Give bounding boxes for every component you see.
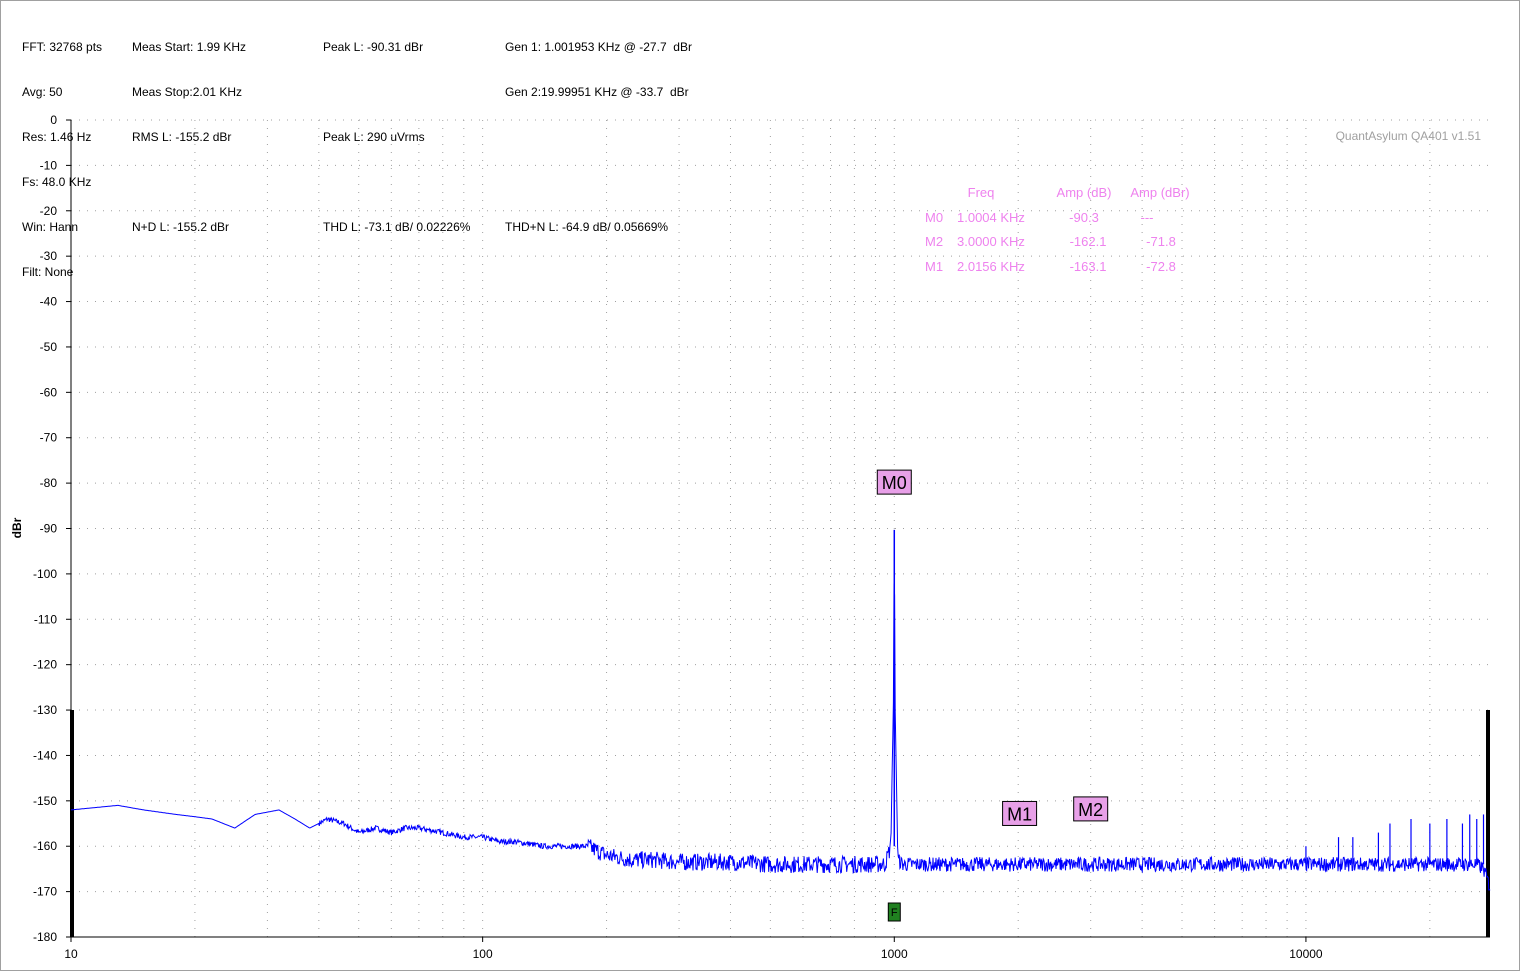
x-tick-label: 1000 xyxy=(881,947,908,961)
y-tick-label: -120 xyxy=(33,658,57,672)
y-tick-label: -110 xyxy=(34,612,57,626)
y-axis-label: dBr xyxy=(10,517,24,538)
marker-m1[interactable]: M1 xyxy=(1002,800,1038,826)
markers[interactable]: M0 M1 M2 F xyxy=(876,469,1109,922)
row-freq: 3.0000 KHz xyxy=(957,234,1025,249)
y-tick-label: -140 xyxy=(33,748,57,762)
x-tick-label: 100 xyxy=(473,947,493,961)
y-tick-label: -130 xyxy=(33,703,57,717)
y-tick-label: -100 xyxy=(33,567,57,581)
marker-label: M0 xyxy=(882,473,907,493)
y-tick-label: -20 xyxy=(40,204,58,218)
y-tick-label: -40 xyxy=(40,295,58,309)
row-name: M2 xyxy=(925,234,943,249)
axes: 0 -10 -20 -30 -40 -50 -60 -70 -80 -90 -100 -110 -120… xyxy=(33,113,1490,961)
marker-m2[interactable]: M2 xyxy=(1073,796,1109,822)
y-tick-label: -70 xyxy=(40,431,58,445)
y-tick-label: -150 xyxy=(33,794,57,808)
row-amp-dbr: -71.8 xyxy=(1146,234,1176,249)
x-tick-label: 10 xyxy=(64,947,78,961)
marker-label: M1 xyxy=(1007,804,1032,824)
row-amp-dbr: --- xyxy=(1141,210,1154,225)
f-marker[interactable]: F xyxy=(887,902,901,922)
row-amp-db: -163.1 xyxy=(1070,259,1107,274)
x-tick-label: 10000 xyxy=(1289,947,1323,961)
header-amp-db: Amp (dB) xyxy=(1057,185,1112,200)
row-amp-dbr: -72.8 xyxy=(1146,259,1176,274)
y-tick-label: -60 xyxy=(40,385,58,399)
y-tick-label: -90 xyxy=(40,522,58,536)
header-amp-dbr: Amp (dBr) xyxy=(1130,185,1189,200)
y-tick-label: -30 xyxy=(40,249,58,263)
y-tick-label: -170 xyxy=(33,885,57,899)
row-amp-db: -162.1 xyxy=(1070,234,1107,249)
row-name: M1 xyxy=(925,259,943,274)
grid xyxy=(70,119,1490,938)
marker-label: M2 xyxy=(1078,800,1103,820)
watermark: QuantAsylum QA401 v1.51 xyxy=(1336,129,1482,143)
row-amp-db: -90.3 xyxy=(1069,210,1099,225)
marker-m0[interactable]: M0 xyxy=(876,469,912,495)
marker-table: Freq Amp (dB) Amp (dBr) M0 1.0004 KHz -9… xyxy=(925,185,1190,274)
spectrum-trace xyxy=(71,583,1491,891)
y-tick-label: -160 xyxy=(33,839,57,853)
y-tick-label: 0 xyxy=(50,113,57,127)
row-name: M0 xyxy=(925,210,943,225)
y-tick-label: -80 xyxy=(40,476,58,490)
y-tick-label: -10 xyxy=(40,158,58,172)
row-freq: 2.0156 KHz xyxy=(957,259,1025,274)
row-freq: 1.0004 KHz xyxy=(957,210,1025,225)
fft-chart[interactable]: 0 -10 -20 -30 -40 -50 -60 -70 -80 -90 -100 -110 -120… xyxy=(0,0,1520,971)
y-tick-label: -50 xyxy=(40,340,58,354)
y-tick-label: -180 xyxy=(33,930,57,944)
trace xyxy=(71,529,1491,891)
f-marker-label: F xyxy=(891,907,898,919)
header-freq: Freq xyxy=(968,185,995,200)
